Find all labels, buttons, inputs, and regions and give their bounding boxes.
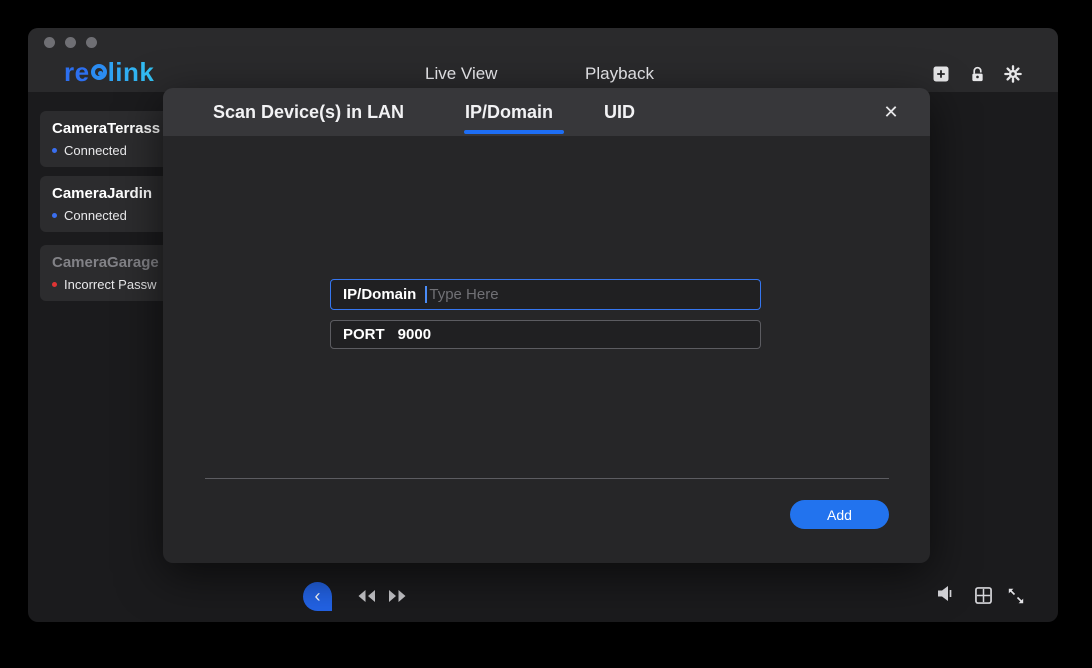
add-device-dialog: Scan Device(s) in LAN IP/Domain UID ✕ IP… [163, 88, 930, 563]
status-dot-icon [52, 213, 57, 218]
fast-forward-icon[interactable] [388, 589, 408, 603]
close-icon[interactable]: ✕ [877, 98, 905, 126]
port-field[interactable]: PORT [330, 320, 761, 349]
camera-status: Connected [64, 208, 127, 223]
lens-icon [90, 64, 107, 80]
lock-icon[interactable] [968, 65, 986, 83]
layout-grid-icon[interactable] [975, 587, 992, 604]
add-device-icon[interactable] [932, 65, 950, 83]
settings-gear-icon[interactable] [1004, 65, 1022, 83]
ip-domain-label: IP/Domain [343, 286, 417, 303]
app-window: re link Live View Playback CameraTerrass … [28, 28, 1058, 622]
status-dot-icon [52, 148, 57, 153]
tab-live-view[interactable]: Live View [425, 64, 497, 84]
add-button[interactable]: Add [790, 500, 889, 529]
window-controls [44, 37, 97, 48]
camera-status: Connected [64, 143, 127, 158]
ip-domain-input[interactable] [429, 286, 748, 303]
fullscreen-icon[interactable] [1007, 587, 1025, 605]
top-bar: re link Live View Playback [28, 28, 1058, 92]
window-zoom-icon[interactable] [86, 37, 97, 48]
tab-ip-domain[interactable]: IP/Domain [465, 102, 553, 123]
chevron-left-icon: ‹ [314, 585, 321, 606]
divider [205, 478, 889, 479]
camera-status: Incorrect Passw [64, 277, 157, 292]
active-tab-underline [464, 130, 564, 134]
dialog-header: Scan Device(s) in LAN IP/Domain UID ✕ [163, 88, 930, 136]
status-dot-icon [52, 282, 57, 287]
port-label: PORT [343, 326, 385, 343]
reolink-logo: re link [64, 57, 155, 87]
window-close-icon[interactable] [44, 37, 55, 48]
collapse-sidebar-button[interactable]: ‹ [303, 582, 332, 611]
rewind-icon[interactable] [356, 589, 376, 603]
volume-icon[interactable] [936, 585, 956, 602]
tab-scan-lan[interactable]: Scan Device(s) in LAN [213, 102, 404, 123]
tab-uid[interactable]: UID [604, 102, 635, 123]
ip-domain-field[interactable]: IP/Domain [330, 279, 761, 310]
window-minimize-icon[interactable] [65, 37, 76, 48]
tab-playback[interactable]: Playback [585, 64, 654, 84]
port-input[interactable] [397, 326, 748, 343]
text-cursor [425, 286, 428, 303]
